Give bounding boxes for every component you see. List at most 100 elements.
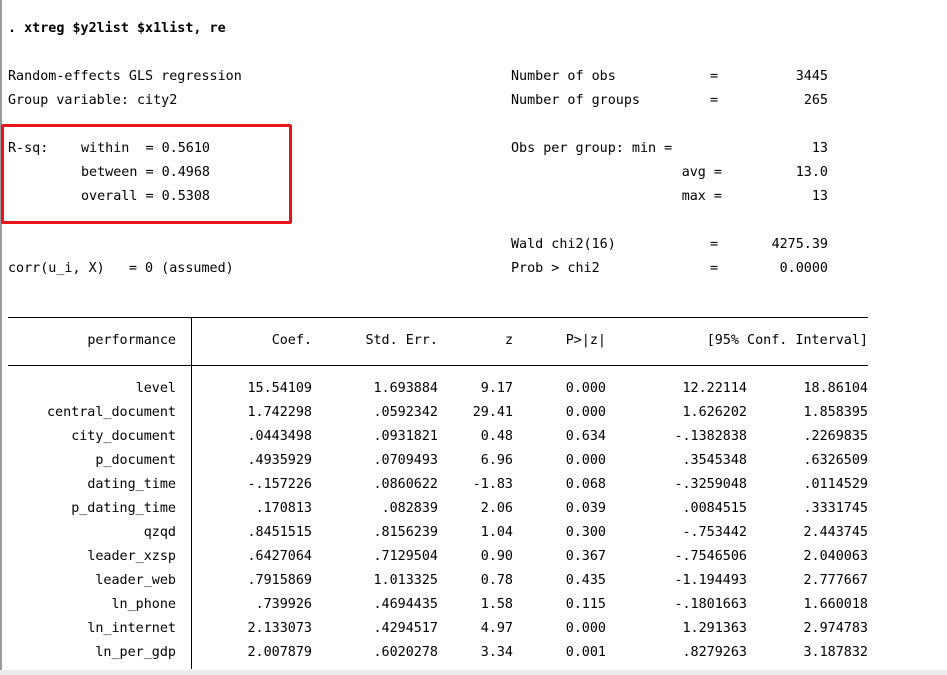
cell-stderr: .4694435 [373,597,439,612]
nobs-value: 3445 [795,69,828,84]
cell-p: 0.000 [565,621,606,636]
cell-variable: leader_web [95,573,176,588]
cell-p: 0.300 [565,525,606,540]
cell-stderr: .082839 [381,501,438,516]
cell-p: 0.000 [565,405,606,420]
cell-coef: .4935929 [247,453,313,468]
cell-variable: central_document [47,405,176,420]
col-header-stderr: Std. Err. [365,333,438,348]
obs-avg-label: avg = [681,165,722,180]
cell-variable: ln_internet [87,621,176,636]
cell-coef: 1.742298 [247,405,313,420]
cell-variable: level [135,381,176,396]
cell-conf-low: 1.626202 [682,405,748,420]
cell-conf-low: 12.22114 [682,381,748,396]
cell-p: 0.000 [565,381,606,396]
cell-conf-high: 2.040063 [803,549,869,564]
table-top-rule [8,317,868,318]
cell-stderr: .0931821 [373,429,439,444]
cell-p: 0.115 [565,597,606,612]
cell-conf-high: .2269835 [803,429,869,444]
cell-conf-high: 2.974783 [803,621,869,636]
cell-stderr: .7129504 [373,549,439,564]
cell-conf-low: -.1801663 [674,597,747,612]
cell-coef: 2.133073 [247,621,313,636]
nobs-eq: = [710,69,719,84]
cell-variable: qzqd [143,525,176,540]
cell-p: 0.435 [565,573,606,588]
col-header-confint: [95% Conf. Interval] [706,333,868,348]
cell-conf-high: .6326509 [803,453,869,468]
cell-conf-high: .3331745 [803,501,869,516]
cell-z: 0.90 [480,549,513,564]
cell-coef: 2.007879 [247,645,313,660]
window-left-border [0,0,2,675]
cell-conf-high: 18.86104 [803,381,869,396]
cell-coef: .6427064 [247,549,313,564]
cell-z: 0.78 [480,573,513,588]
ngroups-eq: = [710,93,719,108]
col-header-coef: Coef. [271,333,312,348]
cell-stderr: .4294517 [373,621,439,636]
cell-z: 6.96 [480,453,513,468]
cell-stderr: .0709493 [373,453,439,468]
cell-conf-high: 2.777667 [803,573,869,588]
cell-z: 29.41 [472,405,513,420]
command-line: . xtreg $y2list $x1list, re [8,21,226,36]
table-vertical-rule [191,317,192,669]
corr-ui-x: corr(u_i, X) = 0 (assumed) [8,261,234,276]
cell-p: 0.367 [565,549,606,564]
cell-conf-low: -.1382838 [674,429,747,444]
cell-coef: .170813 [255,501,312,516]
cell-conf-low: -.7546506 [674,549,747,564]
obs-max-value: 13 [811,189,828,204]
cell-conf-high: 2.443745 [803,525,869,540]
cell-coef: .7915869 [247,573,313,588]
nobs-label: Number of obs [511,69,616,84]
group-variable: Group variable: city2 [8,93,178,108]
stata-results-window: . xtreg $y2list $x1list, re Random-effec… [0,0,947,675]
prob-eq: = [710,261,719,276]
cell-z: 1.04 [480,525,513,540]
table-header-rule [8,365,868,366]
cell-p: 0.634 [565,429,606,444]
cell-z: 9.17 [480,381,513,396]
cell-z: 2.06 [480,501,513,516]
ngroups-label: Number of groups [511,93,640,108]
cell-stderr: .8156239 [373,525,439,540]
cell-z: 0.48 [480,429,513,444]
ngroups-value: 265 [803,93,828,108]
wald-eq: = [710,237,719,252]
cell-coef: 15.54109 [247,381,313,396]
cell-variable: p_dating_time [71,501,176,516]
wald-label: Wald chi2(16) [511,237,616,252]
cell-z: 1.58 [480,597,513,612]
cell-conf-low: -.3259048 [674,477,747,492]
prob-value: 0.0000 [779,261,828,276]
cell-conf-high: 3.187832 [803,645,869,660]
cell-p: 0.001 [565,645,606,660]
cell-conf-low: 1.291363 [682,621,748,636]
rsq-highlight-box [1,124,292,224]
prob-label: Prob > chi2 [511,261,600,276]
cell-stderr: 1.693884 [373,381,439,396]
cell-variable: ln_per_gdp [95,645,176,660]
cell-p: 0.068 [565,477,606,492]
cell-z: 4.97 [480,621,513,636]
cell-variable: ln_phone [111,597,177,612]
cell-stderr: .0592342 [373,405,439,420]
cell-variable: city_document [71,429,176,444]
cell-conf-high: 1.858395 [803,405,869,420]
cell-stderr: .0860622 [373,477,439,492]
wald-value: 4275.39 [771,237,828,252]
cell-conf-low: .3545348 [682,453,748,468]
cell-z: 3.34 [480,645,513,660]
cell-coef: .8451515 [247,525,313,540]
cell-conf-low: .8279263 [682,645,748,660]
cell-conf-high: .0114529 [803,477,869,492]
model-title: Random-effects GLS regression [8,69,242,84]
cell-p: 0.039 [565,501,606,516]
col-header-z: z [504,333,513,348]
obs-avg-value: 13.0 [795,165,828,180]
obs-per-group-min-label: Obs per group: min = [511,141,673,156]
